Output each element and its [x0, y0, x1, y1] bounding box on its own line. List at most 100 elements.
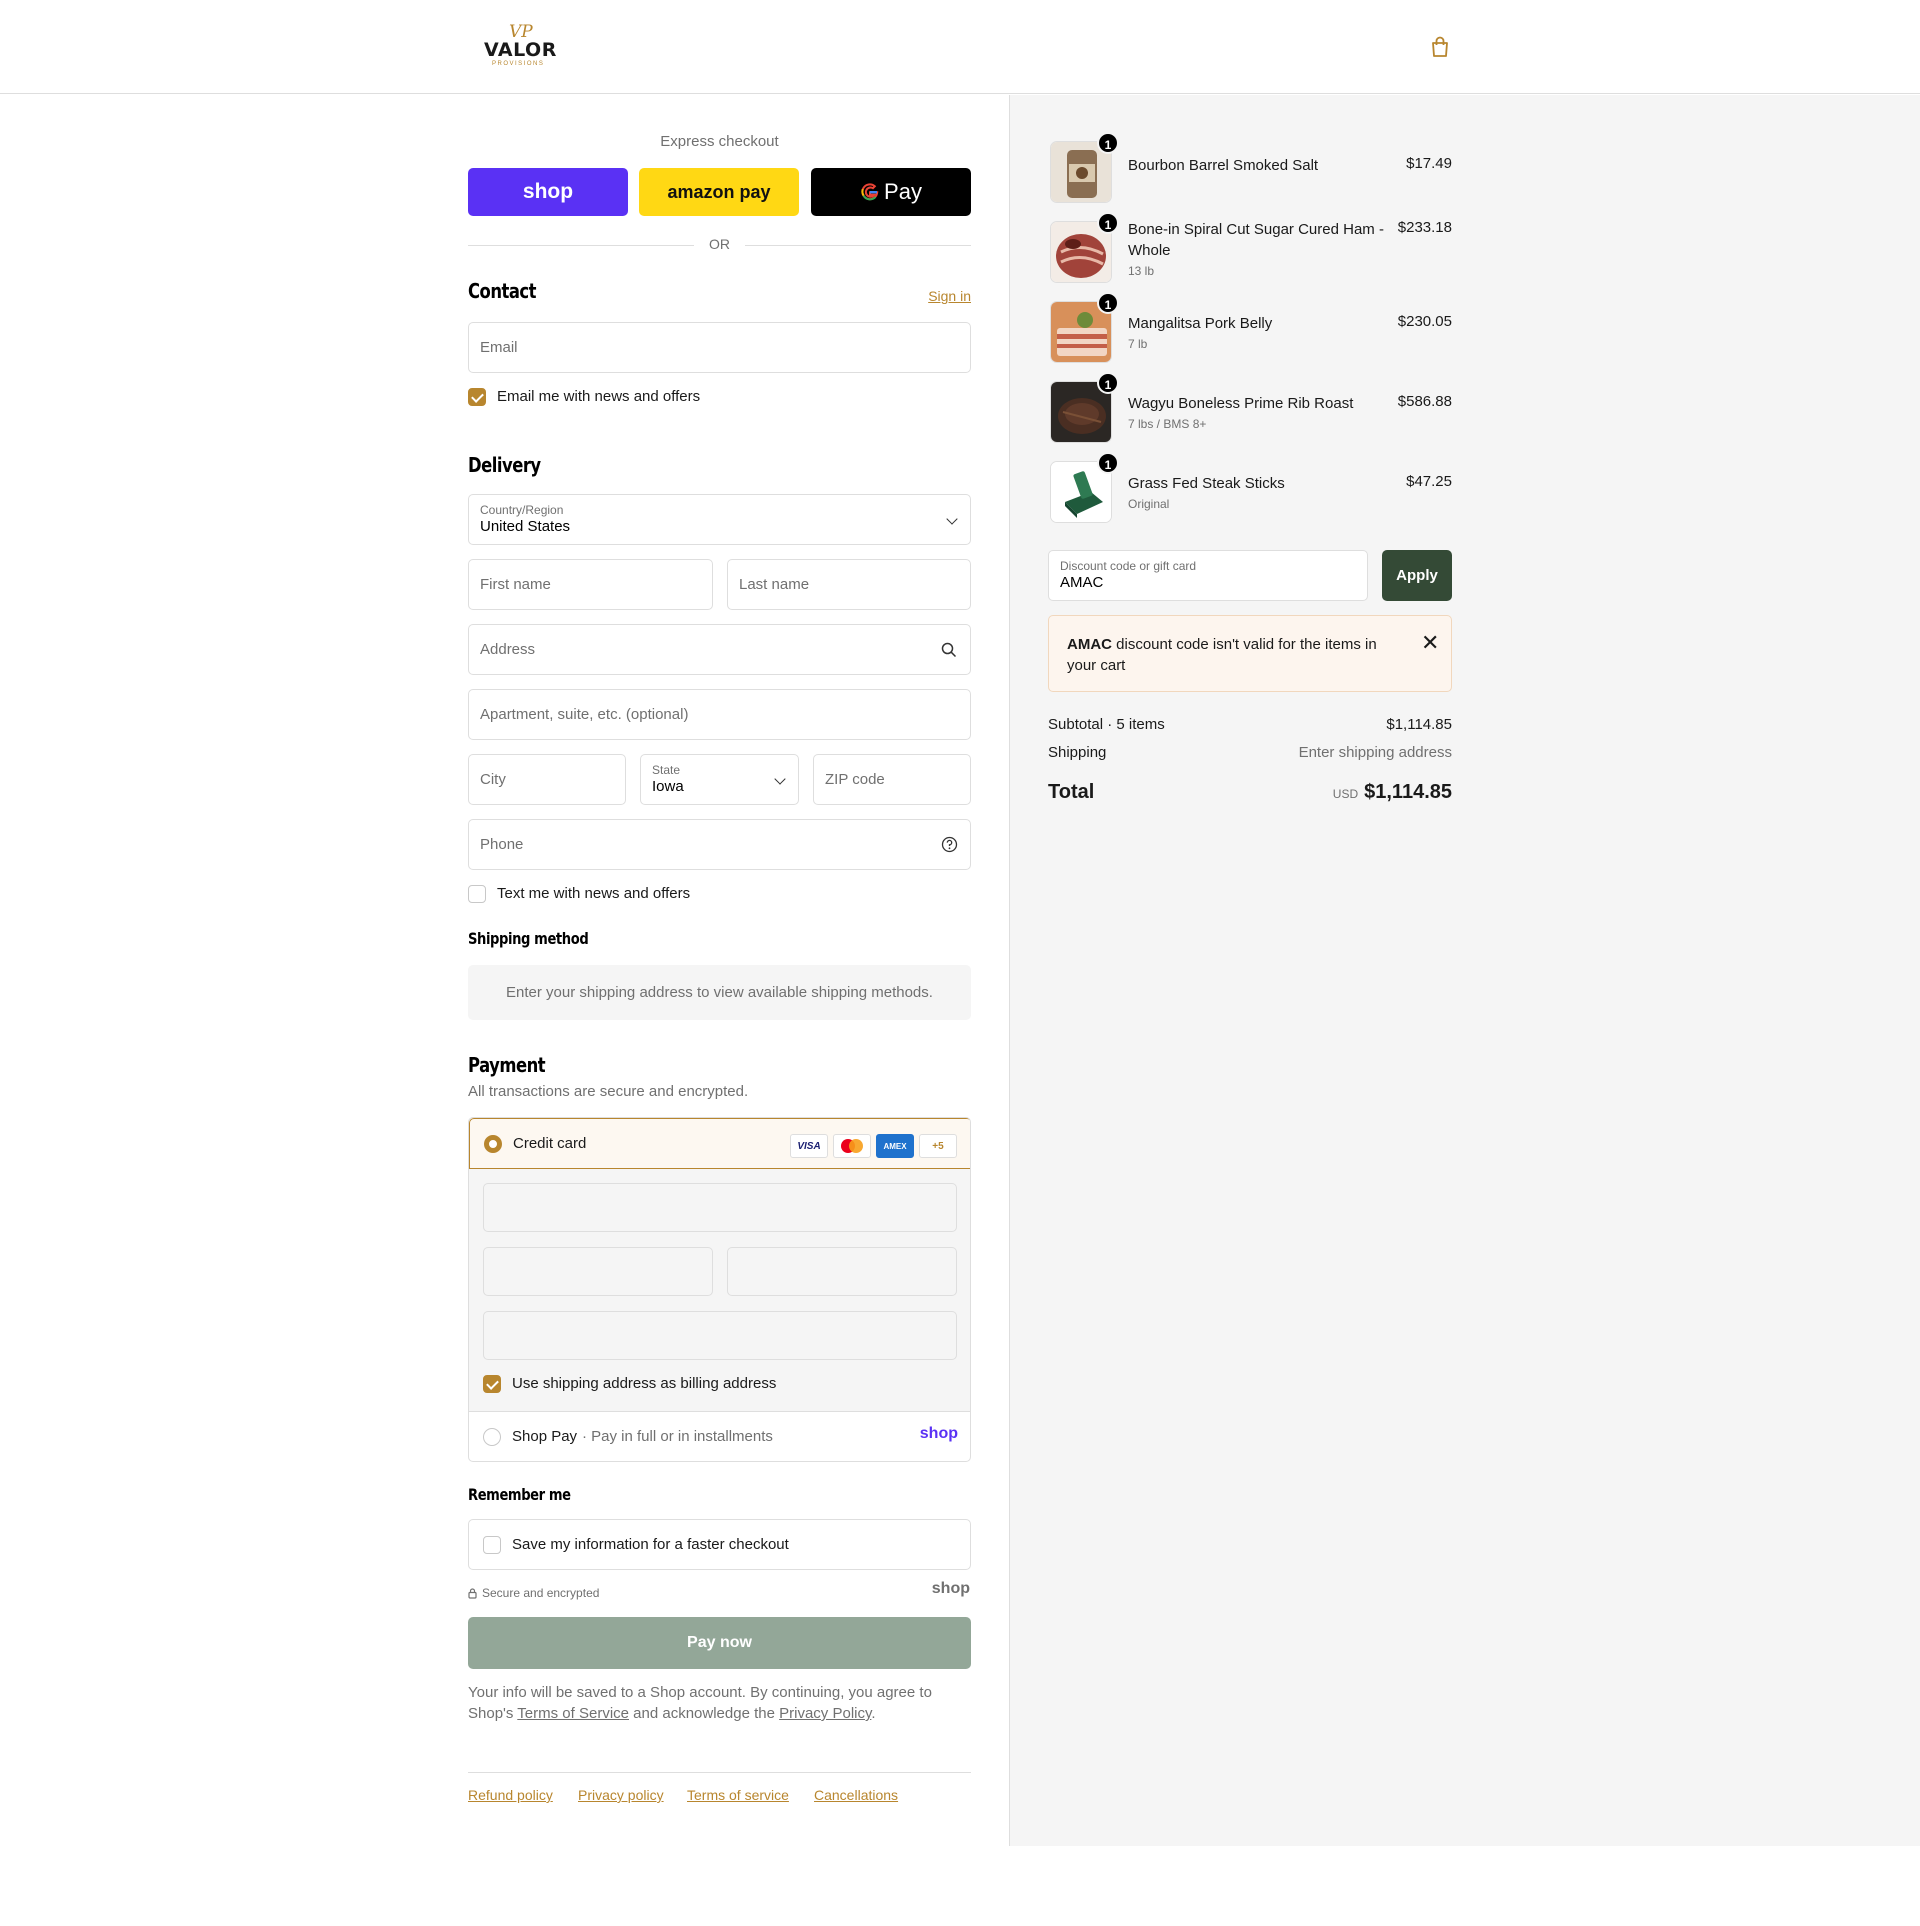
state-label: State — [652, 763, 681, 777]
brand-logo[interactable]: VP VALOR PROVISIONS — [484, 22, 557, 70]
item-variant: 13 lb — [1128, 264, 1155, 278]
country-select[interactable]: Country/Region United States — [468, 494, 971, 545]
apply-button[interactable]: Apply — [1382, 550, 1452, 601]
item-name: Grass Fed Steak Sticks — [1128, 475, 1285, 492]
item-name: Mangalitsa Pork Belly — [1128, 315, 1273, 332]
cart-item: 1 Bourbon Barrel Smoked Salt $17.49 — [1048, 132, 1452, 205]
subtotal-value: $1,114.85 — [1386, 716, 1452, 733]
expiration-field[interactable] — [483, 1247, 713, 1296]
sign-in-link[interactable]: Sign in — [928, 288, 971, 304]
total-label: Total — [1048, 781, 1095, 803]
payment-subtitle: All transactions are secure and encrypte… — [468, 1083, 749, 1100]
email-news-checkbox[interactable] — [468, 388, 486, 406]
email-news-label: Email me with news and offers — [497, 388, 701, 405]
total-row: Total USD $1,114.85 — [1048, 781, 1452, 804]
bag-icon[interactable] — [1430, 36, 1450, 58]
quantity-badge: 1 — [1097, 452, 1119, 474]
save-info-checkbox[interactable] — [483, 1536, 501, 1554]
last-name-field[interactable]: Last name — [727, 559, 971, 610]
discount-code-field[interactable]: Discount code or gift card AMAC — [1048, 550, 1368, 601]
express-checkout-title: Express checkout — [660, 133, 779, 150]
remember-me-box[interactable]: Save my information for a faster checkou… — [468, 1519, 971, 1570]
amazon-pay-button[interactable]: amazon pay — [639, 168, 799, 216]
credit-card-option[interactable]: Credit card VISA AMEX +5 — [469, 1118, 970, 1169]
subtotal-label: Subtotal · 5 items — [1048, 716, 1165, 733]
search-icon — [941, 642, 957, 658]
quantity-badge: 1 — [1097, 132, 1119, 154]
remember-me-heading: Remember me — [468, 1485, 571, 1504]
shipping-method-note: Enter your shipping address to view avai… — [468, 965, 971, 1020]
phone-field[interactable]: Phone — [468, 819, 971, 870]
shop-pay-option[interactable]: Shop Pay · Pay in full or in installment… — [469, 1412, 970, 1461]
quantity-badge: 1 — [1097, 292, 1119, 314]
billing-same-checkbox[interactable] — [483, 1375, 501, 1393]
phone-placeholder: Phone — [480, 836, 524, 853]
refund-policy-link[interactable]: Refund policy — [468, 1787, 553, 1803]
lock-icon — [468, 1588, 477, 1599]
pay-now-button[interactable]: Pay now — [468, 1617, 971, 1669]
shop-pay-express-button[interactable]: shop — [468, 168, 628, 216]
billing-same-label: Use shipping address as billing address — [512, 1375, 777, 1392]
shipping-value: Enter shipping address — [1298, 744, 1452, 761]
shop-pay-sublabel: · Pay in full or in installments — [582, 1428, 773, 1445]
site-header: VP VALOR PROVISIONS — [0, 0, 1920, 94]
visa-label: VISA — [797, 1140, 821, 1152]
terms-text-mid: and acknowledge the — [629, 1705, 780, 1722]
terms-of-service-footer-link[interactable]: Terms of service — [687, 1787, 789, 1803]
state-select[interactable]: State Iowa — [640, 754, 799, 805]
zip-field[interactable]: ZIP code — [813, 754, 971, 805]
email-field[interactable]: Email — [468, 322, 971, 373]
contact-heading: Contact — [468, 279, 537, 303]
card-number-field[interactable] — [483, 1183, 957, 1232]
subtotal-row: Subtotal · 5 items $1,114.85 — [1048, 716, 1452, 733]
state-value: Iowa — [652, 778, 684, 795]
privacy-policy-link[interactable]: Privacy Policy — [779, 1705, 871, 1722]
google-pay-button[interactable]: Pay — [811, 168, 971, 216]
cart-item: 1 Bone-in Spiral Cut Sugar Cured Ham - W… — [1048, 212, 1452, 285]
quantity-badge: 1 — [1097, 372, 1119, 394]
shipping-method-heading: Shipping method — [468, 929, 589, 948]
city-field[interactable]: City — [468, 754, 626, 805]
more-cards-label: +5 — [932, 1140, 944, 1152]
first-name-field[interactable]: First name — [468, 559, 713, 610]
shop-pay-logo: shop — [919, 1425, 958, 1442]
cart-item: 1 Mangalitsa Pork Belly 7 lb $230.05 — [1048, 292, 1452, 365]
cart-item: 1 Wagyu Boneless Prime Rib Roast 7 lbs /… — [1048, 372, 1452, 445]
total-value: $1,114.85 — [1364, 781, 1452, 803]
item-price: $17.49 — [1406, 155, 1452, 172]
cancellations-link[interactable]: Cancellations — [814, 1787, 898, 1803]
amazon-pay-logo: amazon pay — [667, 181, 771, 202]
secure-label: Secure and encrypted — [482, 1586, 600, 1600]
security-code-field[interactable] — [727, 1247, 957, 1296]
payment-heading: Payment — [468, 1053, 546, 1077]
payment-methods: Credit card VISA AMEX +5 Use shipping ad… — [468, 1117, 971, 1462]
discount-value: AMAC — [1060, 574, 1104, 591]
credit-card-radio[interactable] — [484, 1135, 502, 1153]
city-placeholder: City — [480, 771, 506, 788]
logo-word: VALOR — [484, 39, 557, 61]
shop-logo: shop — [522, 180, 574, 203]
name-on-card-field[interactable] — [483, 1311, 957, 1360]
apartment-placeholder: Apartment, suite, etc. (optional) — [480, 706, 689, 723]
address-field[interactable]: Address — [468, 624, 971, 675]
text-news-checkbox[interactable] — [468, 885, 486, 903]
item-name: Wagyu Boneless Prime Rib Roast — [1128, 395, 1354, 412]
terms-of-service-link[interactable]: Terms of Service — [517, 1705, 629, 1722]
item-variant: 7 lb — [1128, 337, 1148, 351]
quantity-badge: 1 — [1097, 212, 1119, 234]
google-g-icon — [861, 183, 879, 201]
chevron-down-icon — [774, 773, 786, 785]
shop-pay-radio[interactable] — [483, 1428, 501, 1446]
item-name: Bourbon Barrel Smoked Salt — [1128, 157, 1319, 174]
apartment-field[interactable]: Apartment, suite, etc. (optional) — [468, 689, 971, 740]
close-icon[interactable]: ✕ — [1421, 632, 1439, 654]
or-divider: OR — [468, 235, 971, 255]
delivery-heading: Delivery — [468, 453, 541, 477]
item-variant: 7 lbs / BMS 8+ — [1128, 417, 1207, 431]
more-cards-icon: +5 — [919, 1134, 957, 1158]
credit-card-label: Credit card — [513, 1135, 587, 1152]
total-amount: USD $1,114.85 — [1333, 781, 1452, 804]
footer-privacy-policy-link[interactable]: Privacy policy — [578, 1787, 664, 1803]
save-info-label: Save my information for a faster checkou… — [512, 1536, 789, 1553]
help-icon[interactable] — [941, 836, 958, 853]
